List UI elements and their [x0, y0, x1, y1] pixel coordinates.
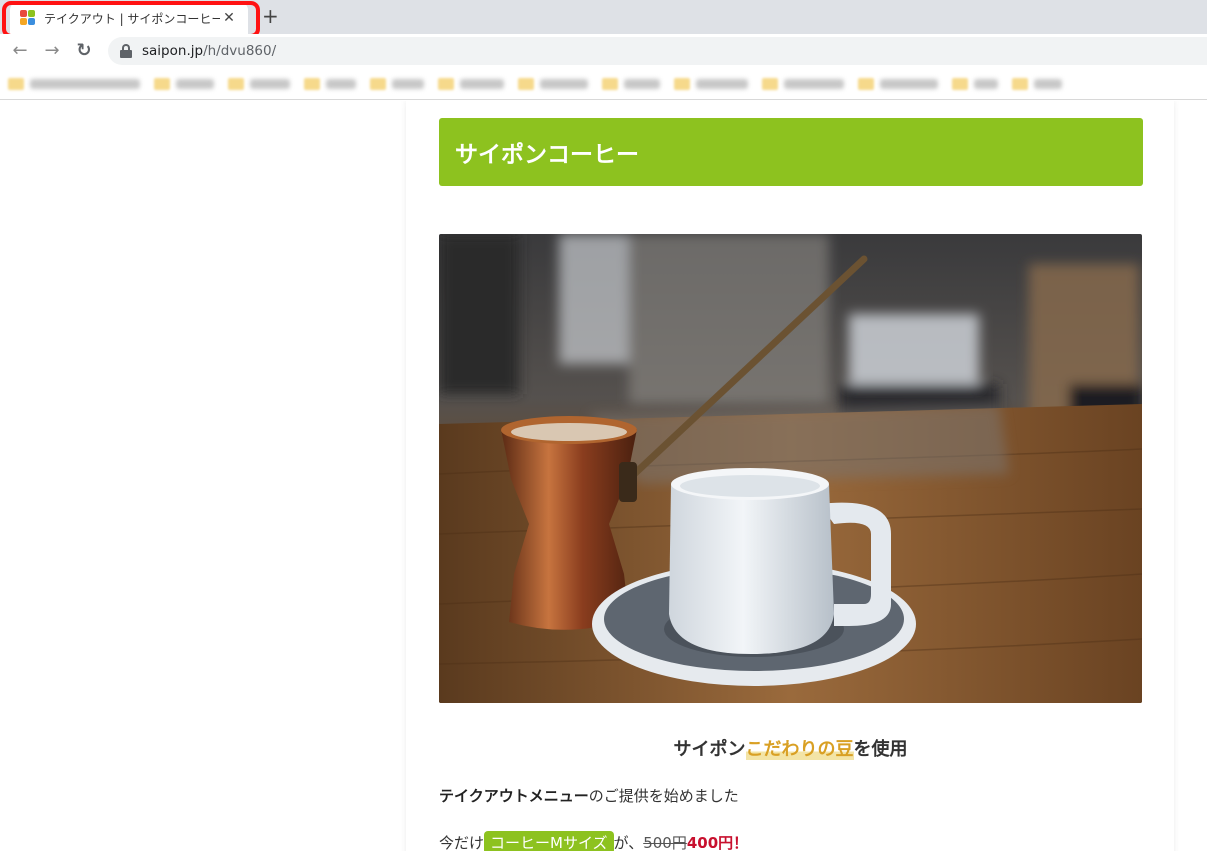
bookmark-item[interactable]	[8, 77, 140, 90]
bookmark-item[interactable]	[154, 77, 214, 90]
folder-icon	[438, 77, 454, 90]
url-text: saipon.jp/h/dvu860/	[142, 43, 276, 59]
folder-icon	[952, 77, 968, 90]
offer-prefix: 今だけ	[439, 834, 485, 851]
offer-mid: が、	[613, 834, 644, 851]
bookmark-item[interactable]	[228, 77, 290, 90]
bookmark-item[interactable]	[438, 77, 504, 90]
folder-icon	[674, 77, 690, 90]
coffee-photo	[439, 234, 1142, 703]
reload-icon[interactable]: ↻	[74, 41, 94, 61]
headline: サイポンこだわりの豆を使用	[439, 735, 1142, 761]
bookmark-item[interactable]	[674, 77, 748, 90]
content-card: サイポンコーヒー サイポンこだわりの豆を使用 テイクアウトメニューのご提供を始め…	[406, 101, 1174, 851]
bookmark-item[interactable]	[762, 77, 844, 90]
headline-accent: こだわりの豆	[745, 739, 854, 760]
new-price: 400円！	[686, 834, 749, 851]
bookmark-item[interactable]	[304, 77, 356, 90]
back-icon[interactable]: ←	[10, 41, 30, 61]
bookmark-item[interactable]	[1012, 77, 1062, 90]
folder-icon	[228, 77, 244, 90]
lock-icon	[120, 44, 132, 58]
bookmark-item[interactable]	[370, 77, 424, 90]
page-viewport: サイポンコーヒー サイポンこだわりの豆を使用 テイクアウトメニューのご提供を始め…	[0, 101, 1207, 851]
folder-icon	[8, 77, 24, 90]
site-header: サイポンコーヒー	[439, 118, 1143, 186]
tab-title: テイクアウト | サイポンコーヒー	[44, 11, 220, 26]
bookmarks-bar	[0, 68, 1207, 100]
folder-icon	[602, 77, 618, 90]
bookmark-item[interactable]	[952, 77, 998, 90]
folder-icon	[858, 77, 874, 90]
new-tab-icon[interactable]: +	[262, 5, 279, 27]
folder-icon	[154, 77, 170, 90]
intro-bold: テイクアウトメニュー	[439, 787, 589, 805]
offer-badge: コーヒーMサイズ	[484, 831, 614, 851]
tab-strip: テイクアウト | サイポンコーヒー ✕ +	[0, 0, 1207, 38]
folder-icon	[1012, 77, 1028, 90]
intro-paragraph: テイクアウトメニューのご提供を始めました	[439, 785, 739, 806]
headline-prefix: サイポン	[673, 739, 746, 760]
offer-paragraph: 今だけ コーヒーMサイズ が、500円400円！	[439, 831, 748, 851]
bookmark-item[interactable]	[858, 77, 938, 90]
url-host: saipon.jp	[142, 43, 204, 59]
forward-icon[interactable]: →	[42, 41, 62, 61]
headline-suffix: を使用	[853, 739, 908, 760]
site-title: サイポンコーヒー	[455, 142, 639, 168]
folder-icon	[518, 77, 534, 90]
site-favicon-icon	[20, 10, 36, 26]
old-price: 500円	[643, 834, 687, 851]
address-bar[interactable]: saipon.jp/h/dvu860/	[108, 37, 1207, 65]
bookmark-item[interactable]	[602, 77, 660, 90]
bookmark-item[interactable]	[518, 77, 588, 90]
folder-icon	[304, 77, 320, 90]
close-tab-icon[interactable]: ✕	[220, 10, 238, 26]
folder-icon	[762, 77, 778, 90]
url-path: /h/dvu860/	[203, 43, 277, 59]
browser-tab[interactable]: テイクアウト | サイポンコーヒー ✕	[10, 2, 248, 34]
intro-rest: のご提供を始めました	[588, 787, 739, 805]
folder-icon	[370, 77, 386, 90]
browser-toolbar: ← → ↻ saipon.jp/h/dvu860/	[0, 34, 1207, 68]
